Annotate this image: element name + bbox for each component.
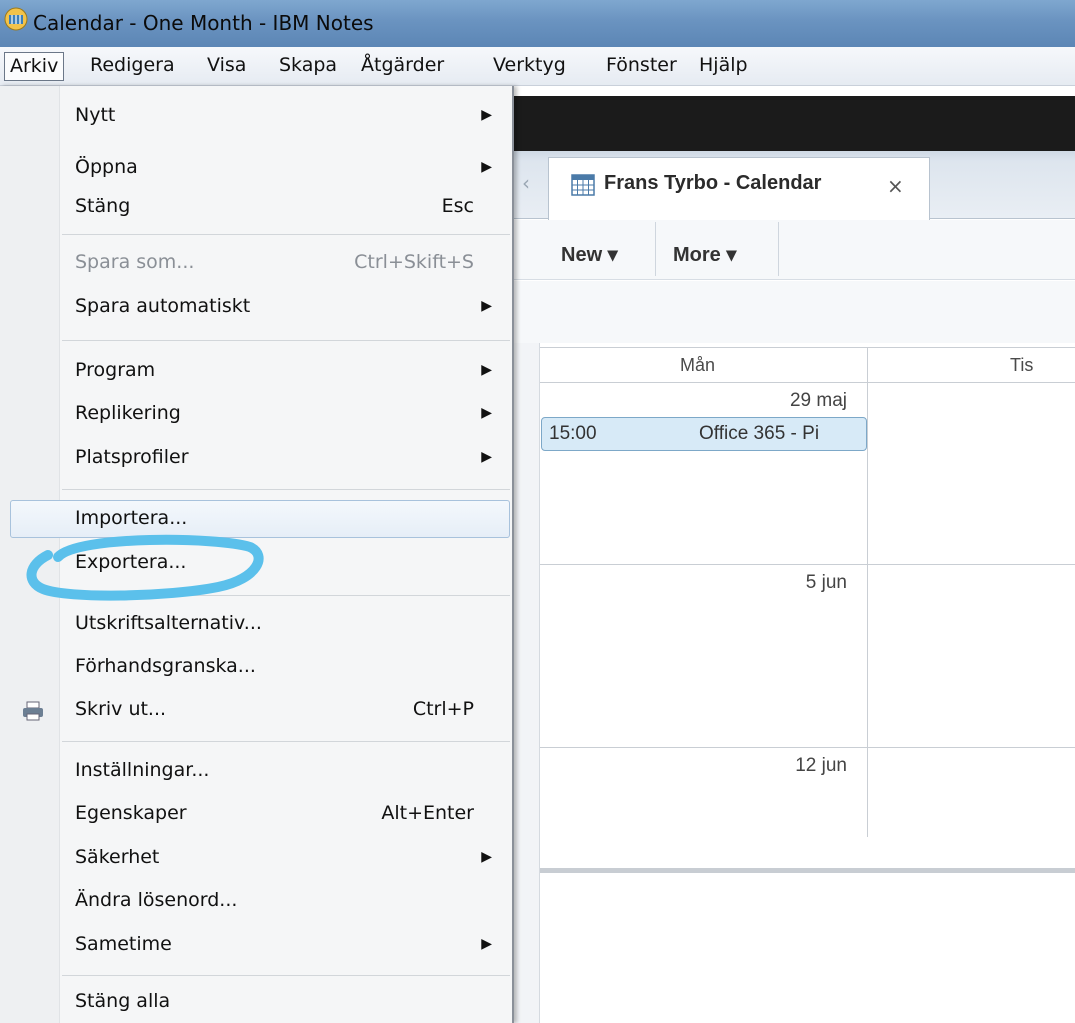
menu-item-stang[interactable]: Stäng Esc bbox=[0, 189, 512, 227]
menu-item-stang-alla[interactable]: Stäng alla bbox=[0, 984, 512, 1022]
submenu-arrow-icon: ▶ bbox=[481, 449, 492, 465]
ibm-notes-app-icon[interactable] bbox=[3, 6, 29, 32]
calendar-event[interactable]: 15:00 Office 365 - Pi bbox=[541, 417, 867, 451]
submenu-arrow-icon: ▶ bbox=[481, 362, 492, 378]
menu-item-nytt[interactable]: Nytt ▶ bbox=[0, 98, 512, 136]
day-header-tue: Tis bbox=[1010, 355, 1034, 375]
day-header-mon: Mån bbox=[680, 355, 716, 375]
grid-line bbox=[540, 347, 1075, 348]
menu-item-label: Spara som... bbox=[75, 251, 195, 273]
menu-item-egenskaper[interactable]: Egenskaper Alt+Enter bbox=[0, 796, 512, 834]
menu-item-spara-som: Spara som... Ctrl+Skift+S bbox=[0, 245, 512, 283]
grid-line bbox=[540, 564, 1075, 565]
calendar-subheader bbox=[512, 281, 1075, 343]
menu-item-oppna[interactable]: Öppna ▶ bbox=[0, 150, 512, 188]
menu-item-label: Sametime bbox=[75, 933, 172, 955]
menu-item-label: Inställningar... bbox=[75, 759, 210, 781]
printer-icon bbox=[23, 701, 43, 721]
menu-item-label: Nytt bbox=[75, 104, 116, 126]
menu-redigera[interactable]: Redigera bbox=[85, 52, 180, 81]
menu-item-label: Spara automatiskt bbox=[75, 295, 251, 317]
menu-item-label: Stäng bbox=[75, 195, 131, 217]
menu-atgarder[interactable]: Åtgärder bbox=[356, 52, 449, 81]
menu-item-label: Öppna bbox=[75, 156, 138, 178]
action-divider bbox=[778, 222, 779, 276]
menu-item-label: Replikering bbox=[75, 402, 181, 424]
menu-item-andra-losenord[interactable]: Ändra lösenord... bbox=[0, 883, 512, 921]
app-header-bar bbox=[512, 96, 1075, 151]
menu-item-installningar[interactable]: Inställningar... bbox=[0, 753, 512, 791]
menu-skapa[interactable]: Skapa bbox=[274, 52, 342, 81]
menu-item-label: Importera... bbox=[75, 507, 188, 529]
more-button[interactable]: More ▾ bbox=[673, 242, 736, 267]
menu-separator bbox=[62, 975, 510, 976]
menu-item-label: Program bbox=[75, 359, 156, 381]
menu-visa[interactable]: Visa bbox=[202, 52, 251, 81]
highlight-annotation-ellipse bbox=[26, 534, 264, 601]
menu-item-label: Egenskaper bbox=[75, 802, 187, 824]
menu-item-sametime[interactable]: Sametime ▶ bbox=[0, 927, 512, 965]
event-title: Office 365 - Pi bbox=[699, 423, 820, 444]
menu-hjalp[interactable]: Hjälp bbox=[694, 52, 753, 81]
menu-item-label: Skriv ut... bbox=[75, 698, 167, 720]
title-bar: Calendar - One Month - IBM Notes bbox=[0, 0, 1075, 47]
submenu-arrow-icon: ▶ bbox=[481, 107, 492, 123]
submenu-arrow-icon: ▶ bbox=[481, 405, 492, 421]
grid-line bbox=[867, 347, 868, 837]
new-button[interactable]: New ▾ bbox=[561, 242, 618, 267]
menu-fonster[interactable]: Fönster bbox=[601, 52, 682, 81]
menu-item-shortcut: Ctrl+P bbox=[412, 698, 474, 720]
menu-item-skriv-ut[interactable]: Skriv ut... Ctrl+P bbox=[0, 692, 512, 730]
menu-item-replikering[interactable]: Replikering ▶ bbox=[0, 396, 512, 434]
calendar-side-strip bbox=[512, 343, 540, 1023]
menu-separator bbox=[62, 489, 510, 490]
tab-scroll-left-button[interactable]: ‹ bbox=[522, 171, 530, 195]
grid-line bbox=[540, 747, 1075, 748]
submenu-arrow-icon: ▶ bbox=[481, 936, 492, 952]
menu-item-platsprofiler[interactable]: Platsprofiler ▶ bbox=[0, 440, 512, 478]
calendar-splitter[interactable] bbox=[540, 868, 1075, 873]
menu-item-utskriftsalternativ[interactable]: Utskriftsalternativ... bbox=[0, 606, 512, 644]
menu-item-label: Utskriftsalternativ... bbox=[75, 612, 262, 634]
menu-item-spara-automatiskt[interactable]: Spara automatiskt ▶ bbox=[0, 289, 512, 327]
close-tab-icon[interactable]: × bbox=[887, 174, 904, 198]
menu-separator bbox=[62, 234, 510, 235]
tab-calendar-label: Frans Tyrbo - Calendar bbox=[604, 172, 822, 194]
menu-item-sakerhet[interactable]: Säkerhet ▶ bbox=[0, 840, 512, 878]
menu-separator bbox=[62, 741, 510, 742]
submenu-arrow-icon: ▶ bbox=[481, 298, 492, 314]
tab-calendar[interactable]: Frans Tyrbo - Calendar × bbox=[548, 157, 930, 220]
grid-line bbox=[540, 382, 1075, 383]
date-label[interactable]: 29 maj bbox=[740, 390, 847, 412]
menu-item-label: Stäng alla bbox=[75, 990, 171, 1012]
calendar-icon bbox=[571, 174, 595, 196]
menu-item-shortcut: Esc bbox=[441, 195, 474, 217]
menu-arkiv[interactable]: Arkiv bbox=[4, 52, 65, 81]
menu-item-label: Platsprofiler bbox=[75, 446, 189, 468]
date-label[interactable]: 12 jun bbox=[740, 755, 847, 777]
menu-item-forhandsgranska[interactable]: Förhandsgranska... bbox=[0, 649, 512, 687]
menu-item-label: Ändra lösenord... bbox=[75, 889, 238, 911]
event-time: 15:00 bbox=[549, 423, 597, 444]
action-divider bbox=[655, 222, 656, 276]
menu-item-program[interactable]: Program ▶ bbox=[0, 353, 512, 391]
date-label[interactable]: 5 jun bbox=[740, 572, 847, 594]
menu-verktyg[interactable]: Verktyg bbox=[488, 52, 571, 81]
submenu-arrow-icon: ▶ bbox=[481, 159, 492, 175]
menu-bar: Arkiv Redigera Visa Skapa Åtgärder Verkt… bbox=[0, 47, 1075, 86]
menu-item-label: Säkerhet bbox=[75, 846, 160, 868]
menu-item-label: Förhandsgranska... bbox=[75, 655, 256, 677]
submenu-arrow-icon: ▶ bbox=[481, 849, 492, 865]
menu-item-shortcut: Ctrl+Skift+S bbox=[354, 251, 474, 273]
menu-item-shortcut: Alt+Enter bbox=[381, 802, 474, 824]
window-title: Calendar - One Month - IBM Notes bbox=[33, 11, 374, 35]
menu-separator bbox=[62, 340, 510, 341]
